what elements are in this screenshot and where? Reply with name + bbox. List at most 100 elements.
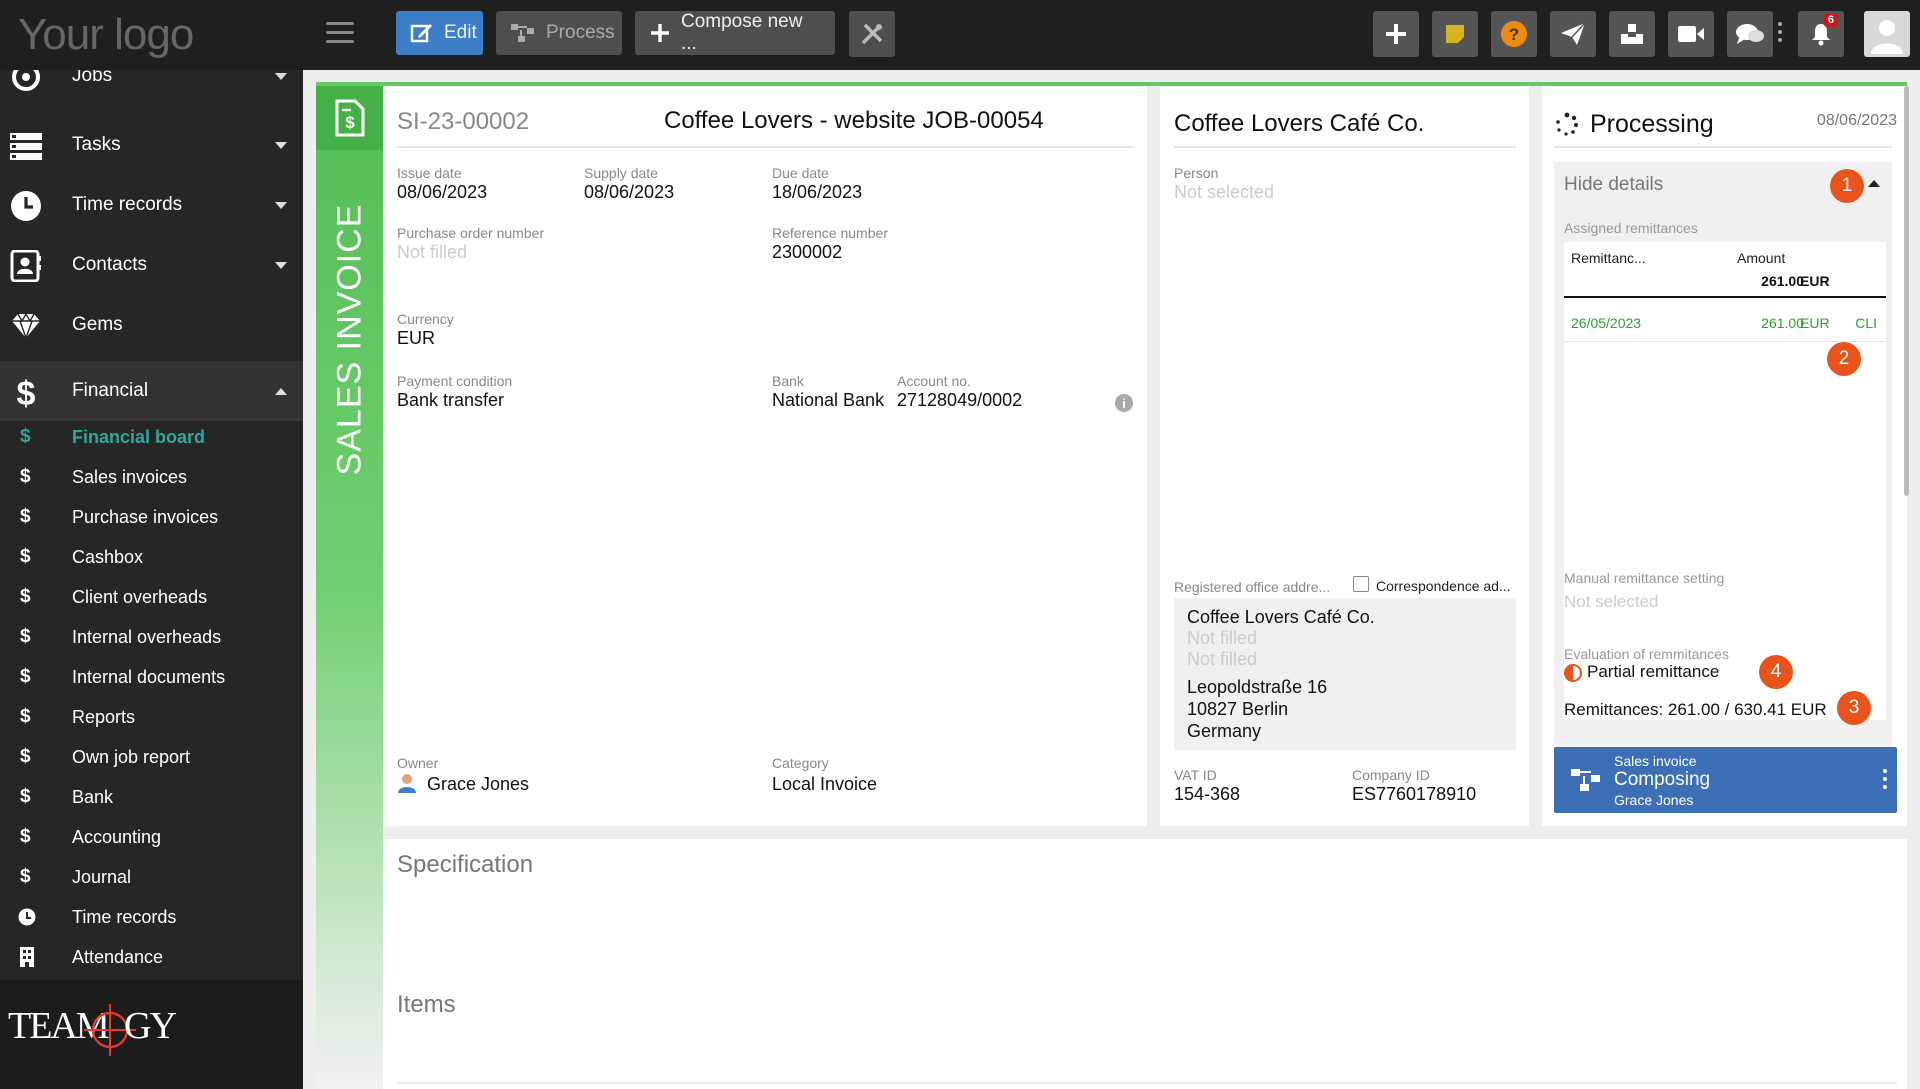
dollar-icon: $ bbox=[20, 826, 31, 847]
sidebar-subitem-cashbox[interactable]: $ Cashbox bbox=[0, 537, 303, 577]
user-avatar-icon bbox=[1871, 20, 1903, 54]
avatar[interactable] bbox=[1864, 11, 1910, 57]
account-number-value[interactable]: 27128049/0002 bbox=[897, 390, 1022, 411]
teamogy-logo: TEAM GY bbox=[8, 1004, 178, 1056]
issue-date-value[interactable]: 08/06/2023 bbox=[397, 182, 487, 203]
sidebar-item-time-records[interactable]: Time records bbox=[0, 175, 303, 235]
user-icon bbox=[398, 774, 416, 793]
add-button[interactable] bbox=[1373, 11, 1419, 57]
sidebar-subitem-sales-invoices[interactable]: $ Sales invoices bbox=[0, 457, 303, 497]
processing-title: Processing bbox=[1590, 110, 1714, 138]
sidebar-subitem-purchase-invoices[interactable]: $ Purchase invoices bbox=[0, 497, 303, 537]
chat-button[interactable] bbox=[1727, 11, 1773, 57]
edit-button[interactable]: Edit bbox=[396, 11, 483, 55]
dollar-icon: $ bbox=[17, 376, 36, 408]
invoice-title: Coffee Lovers - website JOB-00054 bbox=[664, 107, 1044, 134]
category-value[interactable]: Local Invoice bbox=[772, 774, 877, 795]
sidebar-subitem-journal[interactable]: $ Journal bbox=[0, 857, 303, 897]
col-amount-header[interactable]: Amount bbox=[1737, 250, 1785, 266]
tasks-icon bbox=[10, 133, 42, 160]
workflow-type: Sales invoice bbox=[1614, 753, 1697, 769]
person-value[interactable]: Not selected bbox=[1174, 182, 1274, 203]
sidebar-subitem-own-job-report[interactable]: $ Own job report bbox=[0, 737, 303, 777]
tools-button[interactable] bbox=[849, 11, 895, 57]
help-icon: ? bbox=[1501, 21, 1527, 47]
invoice-side-strip: $ SALES INVOICE bbox=[316, 86, 383, 1089]
row-currency: EUR bbox=[1800, 315, 1830, 331]
sidebar-subitem-label: Internal overheads bbox=[72, 626, 222, 647]
sidebar-subitem-accounting[interactable]: $ Accounting bbox=[0, 817, 303, 857]
send-button[interactable] bbox=[1550, 11, 1596, 57]
scrollbar[interactable] bbox=[1904, 86, 1909, 496]
sidebar-item-financial[interactable]: $ Financial bbox=[0, 361, 303, 421]
reference-number-label: Reference number bbox=[772, 225, 888, 241]
address-country: Germany bbox=[1187, 721, 1262, 741]
plus-icon bbox=[1386, 24, 1406, 44]
sidebar-subitem-time-records[interactable]: Time records bbox=[0, 897, 303, 937]
video-camera-icon bbox=[1678, 26, 1704, 42]
client-panel: Coffee Lovers Café Co. Person Not select… bbox=[1160, 86, 1529, 826]
sidebar-item-contacts[interactable]: Contacts bbox=[0, 235, 303, 295]
bank-value[interactable]: National Bank bbox=[772, 390, 884, 411]
address-box[interactable]: Coffee Lovers Café Co. Not filled Not fi… bbox=[1174, 598, 1516, 750]
company-id-value[interactable]: ES7760178910 bbox=[1352, 784, 1476, 805]
compose-new-button[interactable]: Compose new ... bbox=[635, 11, 835, 55]
dollar-icon: $ bbox=[20, 746, 31, 767]
sidebar-subitem-client-overheads[interactable]: $ Client overheads bbox=[0, 577, 303, 617]
evaluation-value: Partial remittance bbox=[1587, 662, 1720, 681]
svg-text:$: $ bbox=[17, 376, 36, 408]
sidebar-subitem-attendance[interactable]: Attendance bbox=[0, 937, 303, 977]
sticky-note-icon bbox=[1446, 25, 1464, 43]
reference-number-value[interactable]: 2300002 bbox=[772, 242, 842, 263]
col-remittance-header[interactable]: Remittanc... bbox=[1571, 250, 1646, 266]
po-number-value[interactable]: Not filled bbox=[397, 242, 467, 263]
workflow-card[interactable]: Sales invoice Composing Grace Jones bbox=[1554, 747, 1897, 813]
video-button[interactable] bbox=[1668, 11, 1714, 57]
inbox-button[interactable] bbox=[1609, 11, 1655, 57]
sidebar-subitem-bank[interactable]: $ Bank bbox=[0, 777, 303, 817]
caret-down-icon bbox=[275, 142, 287, 149]
more-vertical-icon[interactable] bbox=[1778, 22, 1782, 46]
vat-id-value[interactable]: 154-368 bbox=[1174, 784, 1240, 805]
menu-toggle-icon[interactable] bbox=[326, 22, 354, 44]
manual-remittance-value[interactable]: Not selected bbox=[1564, 592, 1659, 612]
po-number-label: Purchase order number bbox=[397, 225, 545, 241]
sticky-note-button[interactable] bbox=[1432, 11, 1478, 57]
invoice-number: SI-23-00002 bbox=[397, 108, 530, 135]
sidebar-item-jobs[interactable]: Jobs bbox=[0, 70, 303, 106]
owner-value[interactable]: Grace Jones bbox=[427, 774, 529, 795]
correspondence-checkbox[interactable] bbox=[1353, 576, 1369, 592]
sidebar-item-gems[interactable]: Gems bbox=[0, 295, 303, 355]
divider bbox=[397, 1082, 1897, 1084]
registered-office-label: Registered office addre... bbox=[1174, 579, 1331, 595]
logo[interactable]: Your logo bbox=[18, 10, 194, 60]
correspondence-label: Correspondence ad... bbox=[1376, 578, 1511, 594]
notifications-button[interactable]: 6 bbox=[1798, 11, 1844, 57]
supply-date-value[interactable]: 08/06/2023 bbox=[584, 182, 674, 203]
callout-badge-3: 3 bbox=[1837, 691, 1871, 725]
payment-condition-value[interactable]: Bank transfer bbox=[397, 390, 504, 411]
due-date-value[interactable]: 18/06/2023 bbox=[772, 182, 862, 203]
sidebar-subitem-label: Bank bbox=[72, 786, 114, 807]
sidebar-subitem-financial-board[interactable]: $ Financial board bbox=[0, 417, 303, 457]
sidebar-subitem-internal-overheads[interactable]: $ Internal overheads bbox=[0, 617, 303, 657]
svg-text:$: $ bbox=[345, 113, 355, 132]
sidebar-item-label: Contacts bbox=[72, 254, 147, 275]
process-button[interactable]: Process bbox=[496, 11, 622, 55]
more-vertical-icon[interactable] bbox=[1883, 769, 1887, 789]
sidebar-item-tasks[interactable]: Tasks bbox=[0, 115, 303, 175]
sidebar-item-label: Financial bbox=[72, 380, 149, 401]
currency-value[interactable]: EUR bbox=[397, 328, 435, 349]
remittance-details: Hide details 1 Assigned remittances Remi… bbox=[1554, 162, 1892, 750]
client-name[interactable]: Coffee Lovers Café Co. bbox=[1174, 110, 1424, 138]
sidebar-subitem-internal-documents[interactable]: $ Internal documents bbox=[0, 657, 303, 697]
info-icon[interactable]: i bbox=[1115, 394, 1133, 412]
process-label: Process bbox=[546, 22, 615, 43]
sidebar-subitem-reports[interactable]: $ Reports bbox=[0, 697, 303, 737]
dollar-icon: $ bbox=[20, 426, 31, 447]
diamond-icon bbox=[12, 312, 40, 341]
sidebar-subitem-label: Cashbox bbox=[72, 546, 144, 567]
help-button[interactable]: ? bbox=[1491, 11, 1537, 57]
table-row[interactable]: 26/05/2023 261.00 EUR CLI bbox=[1564, 302, 1886, 342]
paper-plane-icon bbox=[1561, 22, 1586, 45]
